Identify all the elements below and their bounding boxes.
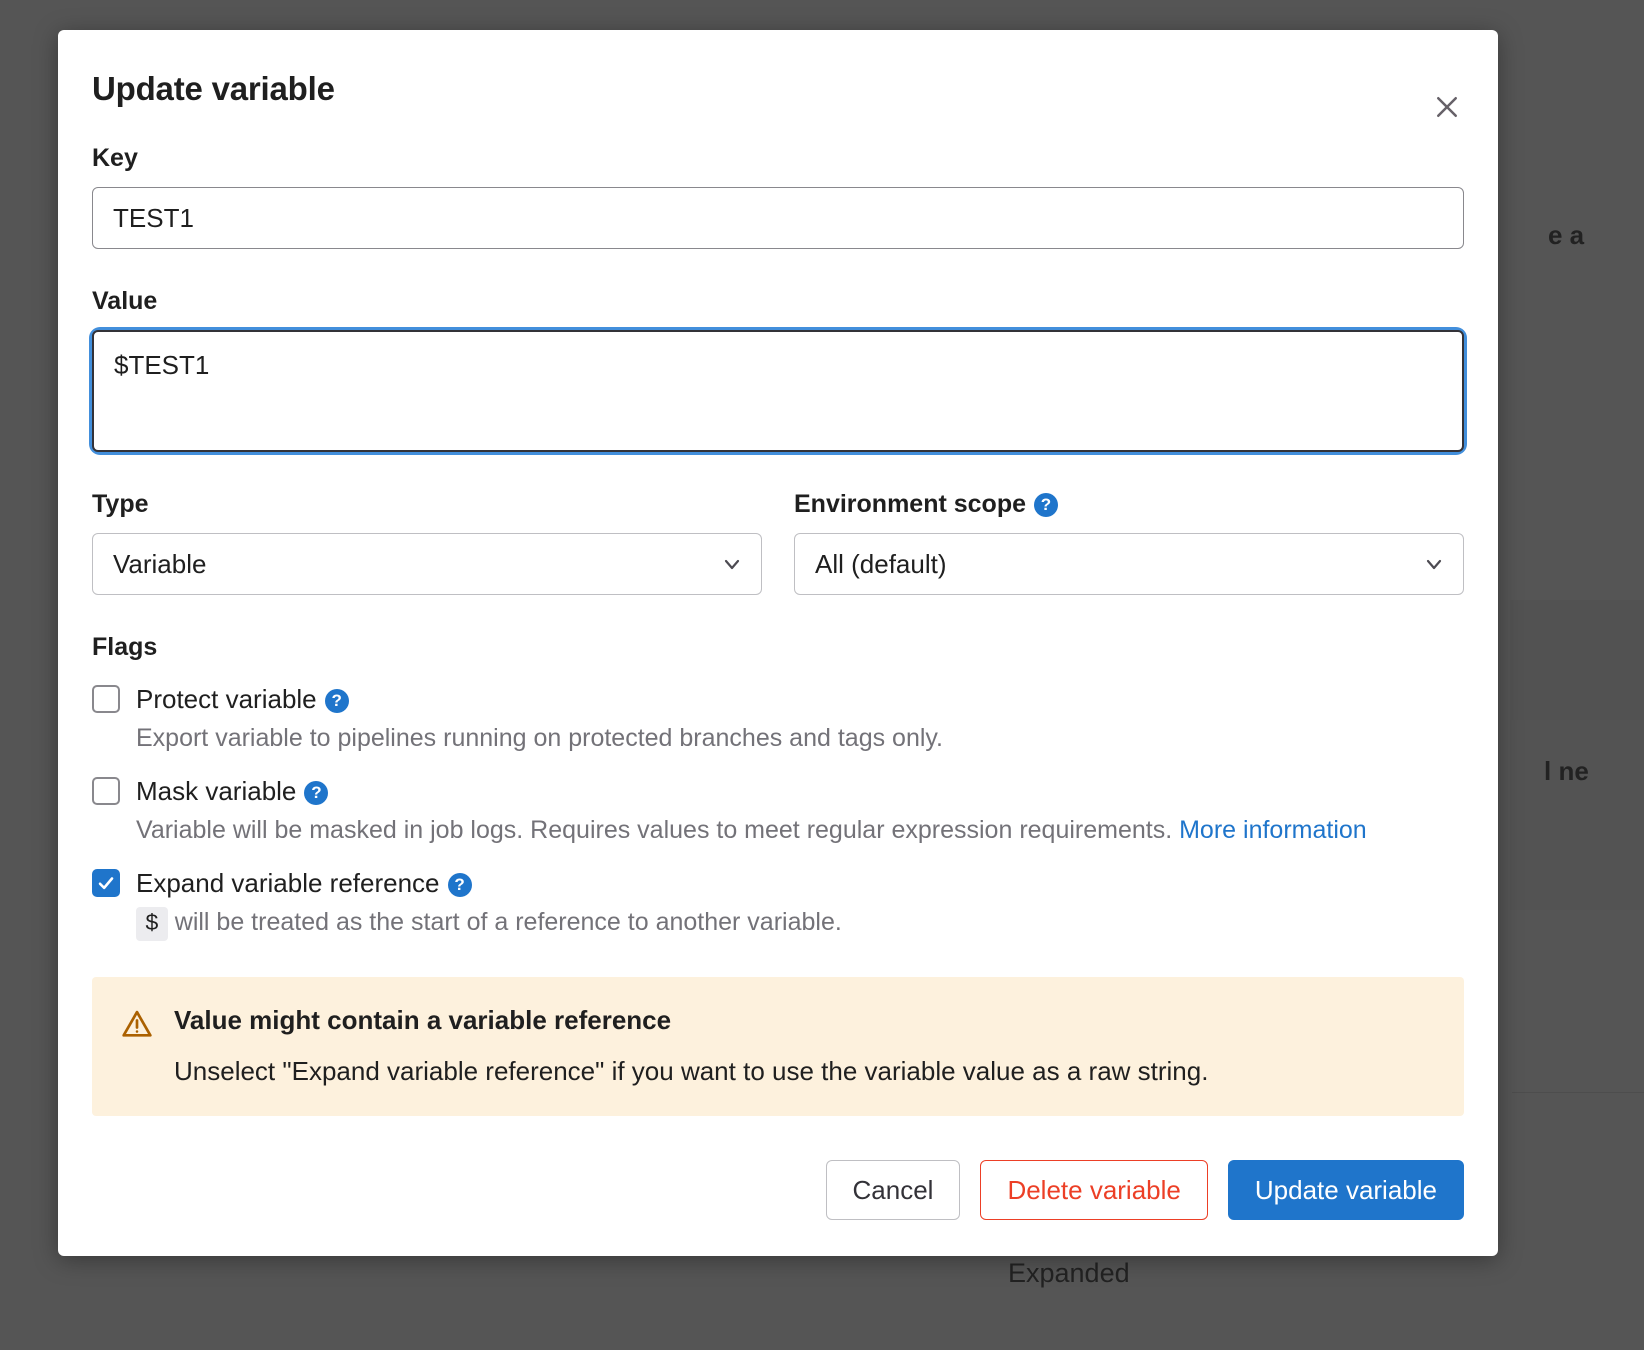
flags-label: Flags [92, 633, 158, 661]
modal-footer: Cancel Delete variable Update variable [825, 1160, 1464, 1220]
modal-title: Update variable [92, 70, 335, 107]
alert-title: Value might contain a variable reference [174, 1005, 672, 1035]
flags-section: Flags Protect variable? Export variable … [92, 633, 1464, 941]
environment-scope-field-group: Environment scope? All (default) [794, 490, 1464, 595]
mask-variable-checkbox[interactable] [92, 777, 120, 805]
protect-variable-checkbox[interactable] [92, 685, 120, 713]
mask-variable-description: Variable will be masked in job logs. Req… [136, 814, 1436, 846]
type-label: Type [92, 490, 149, 518]
type-and-scope-row: Type Variable Environment scope? All (de… [92, 490, 1464, 595]
value-textarea-focus-ring: $TEST1 [92, 330, 1464, 452]
environment-scope-label: Environment scope? [794, 490, 1058, 518]
value-field-group: Value $TEST1 [92, 287, 1464, 452]
environment-scope-select[interactable]: All (default) [794, 533, 1464, 595]
question-circle-icon[interactable]: ? [324, 688, 349, 713]
key-label: Key [92, 144, 138, 172]
key-input[interactable] [92, 187, 1464, 249]
cancel-button[interactable]: Cancel [825, 1160, 961, 1220]
flag-protect-variable: Protect variable? Export variable to pip… [92, 680, 1464, 754]
delete-variable-button[interactable]: Delete variable [980, 1160, 1208, 1220]
update-variable-modal: Update variable Key Value $TEST1 [58, 30, 1498, 1256]
alert-body: Unselect "Expand variable reference" if … [174, 1056, 1209, 1086]
value-textarea[interactable]: $TEST1 [92, 330, 1464, 452]
expand-variable-reference-description-text: will be treated as the start of a refere… [167, 908, 842, 936]
protect-variable-label-text: Protect variable [136, 684, 317, 714]
update-variable-button[interactable]: Update variable [1227, 1160, 1464, 1220]
question-circle-icon[interactable]: ? [304, 780, 329, 805]
mask-variable-label-text: Mask variable [136, 776, 297, 806]
mask-variable-label: Mask variable? [136, 772, 329, 810]
page-root: e a l ne Expanded Update variable Key Va… [0, 0, 1644, 1350]
flag-mask-variable: Mask variable? Variable will be masked i… [92, 772, 1464, 846]
warning-triangle-icon [120, 1007, 154, 1046]
more-information-link[interactable]: More information [1179, 816, 1367, 844]
type-select-value: Variable [113, 548, 207, 579]
expand-variable-reference-label: Expand variable reference? [136, 864, 472, 902]
question-circle-icon[interactable]: ? [447, 872, 472, 897]
type-select[interactable]: Variable [92, 533, 762, 595]
environment-scope-label-text: Environment scope [794, 490, 1026, 518]
question-circle-icon[interactable]: ? [1034, 492, 1058, 517]
type-field-group: Type Variable [92, 490, 762, 595]
dollar-sign-code-chip: $ [136, 907, 168, 941]
flag-expand-variable-reference: Expand variable reference? $ will be tre… [92, 864, 1464, 941]
expand-variable-reference-description: $ will be treated as the start of a refe… [136, 906, 1436, 941]
protect-variable-description: Export variable to pipelines running on … [136, 724, 943, 752]
protect-variable-label: Protect variable? [136, 680, 349, 718]
expand-variable-reference-label-text: Expand variable reference [136, 868, 440, 898]
close-icon[interactable] [1424, 84, 1470, 130]
variable-reference-warning-alert: Value might contain a variable reference… [92, 977, 1464, 1116]
mask-variable-description-text: Variable will be masked in job logs. Req… [136, 816, 1180, 844]
value-label: Value [92, 287, 158, 315]
environment-scope-select-value: All (default) [815, 548, 947, 579]
key-field-group: Key [92, 144, 1464, 249]
expand-variable-reference-checkbox[interactable] [92, 869, 120, 897]
